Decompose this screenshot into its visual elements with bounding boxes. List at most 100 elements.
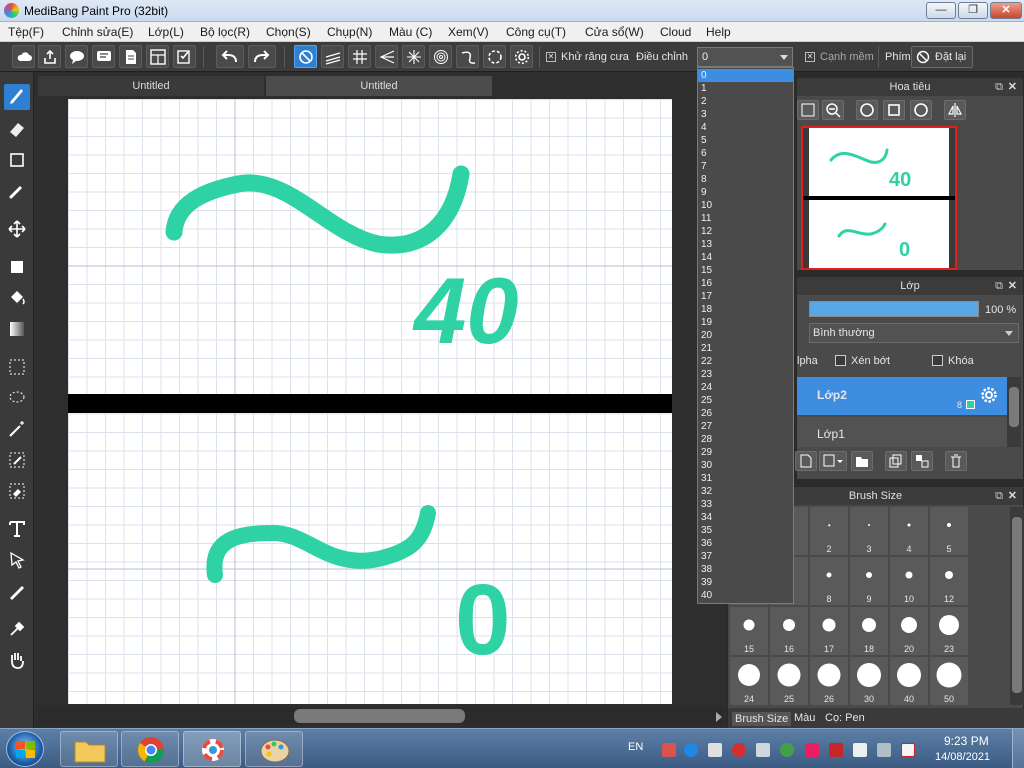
brush-size-cell[interactable]: 8 xyxy=(810,557,848,605)
taskbar-explorer[interactable] xyxy=(60,731,118,767)
dropdown-option[interactable]: 38 xyxy=(698,563,793,576)
object-tool[interactable] xyxy=(4,147,30,173)
hand-tool[interactable] xyxy=(4,647,30,673)
show-desktop-button[interactable] xyxy=(1012,729,1024,768)
dropdown-option[interactable]: 19 xyxy=(698,316,793,329)
new-layer-button[interactable] xyxy=(795,451,817,471)
delete-layer-button[interactable] xyxy=(945,451,967,471)
volume-icon[interactable] xyxy=(756,743,770,757)
dropdown-option[interactable]: 28 xyxy=(698,433,793,446)
dropdown-option[interactable]: 15 xyxy=(698,264,793,277)
blend-mode-select[interactable]: Bình thường xyxy=(809,323,1019,343)
clip-checkbox[interactable] xyxy=(835,355,846,366)
tab-untitled-2[interactable]: Untitled xyxy=(266,76,492,96)
dropdown-option[interactable]: 20 xyxy=(698,329,793,342)
gradient-tool[interactable] xyxy=(4,316,30,342)
brush-size-scrollbar[interactable] xyxy=(1010,507,1024,705)
dropdown-option[interactable]: 29 xyxy=(698,446,793,459)
brush-size-cell[interactable]: 16 xyxy=(770,607,808,655)
lasso-tool[interactable] xyxy=(4,385,30,411)
popout-icon[interactable]: ⧉ xyxy=(995,78,1003,96)
curve-snap-button[interactable] xyxy=(456,45,479,68)
opacity-slider[interactable] xyxy=(809,301,979,317)
divide-tool[interactable] xyxy=(4,578,30,604)
zalo-icon[interactable] xyxy=(684,743,698,757)
dropdown-option[interactable]: 17 xyxy=(698,290,793,303)
fill-rect-tool[interactable] xyxy=(4,254,30,280)
eraser-tool[interactable] xyxy=(4,116,30,142)
dropdown-option[interactable]: 11 xyxy=(698,212,793,225)
menu-tools[interactable]: Công cụ(T) xyxy=(506,25,566,39)
start-button[interactable] xyxy=(6,731,44,767)
brush-size-cell[interactable]: 17 xyxy=(810,607,848,655)
menu-edit[interactable]: Chỉnh sửa(E) xyxy=(62,25,133,39)
brush-size-cell[interactable]: 18 xyxy=(850,607,888,655)
brush-size-cell[interactable]: 26 xyxy=(810,657,848,705)
dropdown-option[interactable]: 7 xyxy=(698,160,793,173)
parallel-snap-button[interactable] xyxy=(321,45,344,68)
dropdown-option[interactable]: 31 xyxy=(698,472,793,485)
folder-button[interactable] xyxy=(851,451,873,471)
grid-snap-button[interactable] xyxy=(348,45,371,68)
brush-size-cell[interactable]: 3 xyxy=(850,507,888,555)
undo-button[interactable] xyxy=(216,45,244,68)
brush-size-cell[interactable]: 23 xyxy=(930,607,968,655)
balloon-button[interactable] xyxy=(92,45,115,68)
circle-snap-button[interactable] xyxy=(483,45,506,68)
dropdown-option[interactable]: 1 xyxy=(698,82,793,95)
tab-untitled-1[interactable]: Untitled xyxy=(38,76,264,96)
dropdown-option[interactable]: 25 xyxy=(698,394,793,407)
text-tool[interactable] xyxy=(4,516,30,542)
dropdown-option[interactable]: 21 xyxy=(698,342,793,355)
dropdown-option[interactable]: 23 xyxy=(698,368,793,381)
taskbar-medibang[interactable] xyxy=(183,731,241,767)
dropdown-option[interactable]: 22 xyxy=(698,355,793,368)
panel-button[interactable] xyxy=(146,45,169,68)
popout-icon[interactable]: ⧉ xyxy=(995,277,1003,295)
soft-edge-checkbox[interactable]: ✕ xyxy=(805,52,815,62)
dropdown-option[interactable]: 36 xyxy=(698,537,793,550)
network-icon[interactable] xyxy=(780,743,794,757)
radial-snap-button[interactable] xyxy=(402,45,425,68)
lock-checkbox[interactable] xyxy=(932,355,943,366)
clock-time[interactable]: 9:23 PM xyxy=(944,734,989,748)
popout-icon[interactable]: ⧉ xyxy=(995,487,1003,505)
taskbar-chrome[interactable] xyxy=(121,731,179,767)
dropdown-option[interactable]: 5 xyxy=(698,134,793,147)
action-center-icon[interactable] xyxy=(901,743,915,757)
dropdown-option[interactable]: 39 xyxy=(698,576,793,589)
maximize-button[interactable]: ❐ xyxy=(958,2,988,19)
brush-size-cell[interactable]: 9 xyxy=(850,557,888,605)
dropdown-option[interactable]: 30 xyxy=(698,459,793,472)
dropdown-option[interactable]: 10 xyxy=(698,199,793,212)
menu-select[interactable]: Chọn(S) xyxy=(266,25,311,39)
rotate-right-button[interactable] xyxy=(910,100,932,120)
clipboard-icon[interactable] xyxy=(853,743,867,757)
brush-size-cell[interactable]: 15 xyxy=(730,607,768,655)
dropdown-option[interactable]: 24 xyxy=(698,381,793,394)
device-icon[interactable] xyxy=(877,743,891,757)
dropdown-option[interactable]: 6 xyxy=(698,147,793,160)
scroll-right-arrow[interactable] xyxy=(716,712,722,722)
share-button[interactable] xyxy=(38,45,61,68)
operation-tool[interactable] xyxy=(4,547,30,573)
tray-app-icon[interactable] xyxy=(662,743,676,757)
dropdown-option[interactable]: 12 xyxy=(698,225,793,238)
brush-size-cell[interactable]: 25 xyxy=(770,657,808,705)
brush-size-cell[interactable]: 4 xyxy=(890,507,928,555)
close-icon[interactable]: ✕ xyxy=(1008,78,1017,96)
menu-file[interactable]: Tệp(F) xyxy=(8,25,44,39)
duplicate-layer-button[interactable] xyxy=(885,451,907,471)
opera-icon[interactable] xyxy=(732,743,746,757)
dropdown-option[interactable]: 32 xyxy=(698,485,793,498)
close-icon[interactable]: ✕ xyxy=(1008,487,1017,505)
antivirus-icon[interactable] xyxy=(829,743,843,757)
brush-size-cell[interactable]: 5 xyxy=(930,507,968,555)
fit-button[interactable] xyxy=(797,100,819,120)
dropdown-option[interactable]: 18 xyxy=(698,303,793,316)
dropdown-option[interactable]: 14 xyxy=(698,251,793,264)
tray-app-icon[interactable] xyxy=(805,743,819,757)
close-button[interactable]: ✕ xyxy=(990,2,1022,19)
snap-off-button[interactable] xyxy=(294,45,317,68)
zoom-out-button[interactable] xyxy=(822,100,844,120)
